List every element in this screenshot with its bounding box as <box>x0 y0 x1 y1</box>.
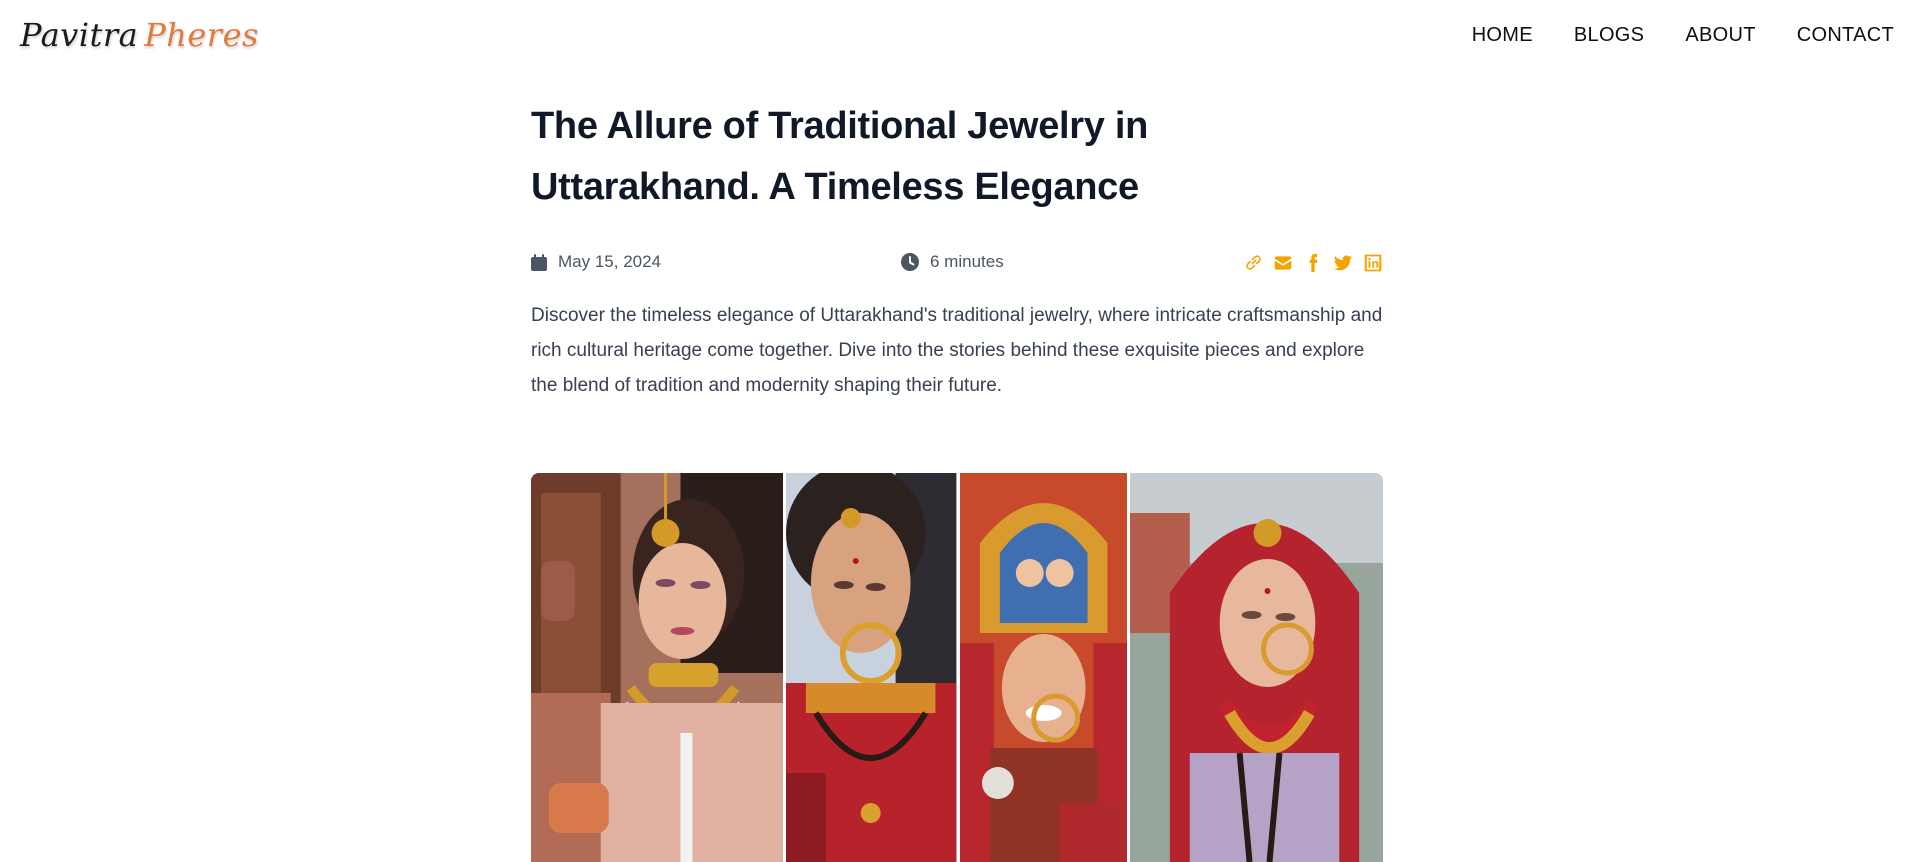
article-summary: Discover the timeless elegance of Uttara… <box>531 305 1383 396</box>
publish-date: May 15, 2024 <box>531 252 661 272</box>
article-meta: May 15, 2024 6 minutes <box>531 252 1383 278</box>
read-time: 6 minutes <box>901 252 1004 272</box>
linkedin-icon[interactable] <box>1362 252 1383 273</box>
site-logo[interactable]: Pavitra Pheres <box>20 16 259 54</box>
envelope-icon[interactable] <box>1272 252 1293 273</box>
site-header: Pavitra Pheres HOME BLOGS ABOUT CONTACT <box>0 0 1911 76</box>
logo-word-second: Pheres <box>144 16 259 54</box>
photo-bride-lavender-dupatta <box>1129 473 1383 862</box>
read-time-text: 6 minutes <box>930 252 1004 271</box>
nav-blogs-link[interactable]: BLOGS <box>1574 24 1644 47</box>
photo-bride-red-nath <box>786 473 957 862</box>
logo-word-first: Pavitra <box>20 16 139 54</box>
blog-article: The Allure of Traditional Jewelry in Utt… <box>531 96 1383 422</box>
calendar-icon <box>531 253 547 271</box>
facebook-icon[interactable] <box>1302 252 1323 273</box>
share-links <box>1242 252 1383 273</box>
photo-bride-pink-lehenga <box>531 473 784 862</box>
hero-image-collage <box>531 473 1383 862</box>
link-icon[interactable] <box>1242 252 1263 273</box>
clock-icon <box>901 253 919 271</box>
nav-contact-link[interactable]: CONTACT <box>1797 24 1894 47</box>
publish-date-text: May 15, 2024 <box>558 252 662 271</box>
main-nav: HOME BLOGS ABOUT CONTACT <box>1472 24 1894 47</box>
nav-home-link[interactable]: HOME <box>1472 24 1533 47</box>
article-title: The Allure of Traditional Jewelry in Utt… <box>531 105 1149 208</box>
twitter-icon[interactable] <box>1332 252 1353 273</box>
nav-about-link[interactable]: ABOUT <box>1685 24 1755 47</box>
photo-bride-crown-smiling <box>959 473 1127 862</box>
